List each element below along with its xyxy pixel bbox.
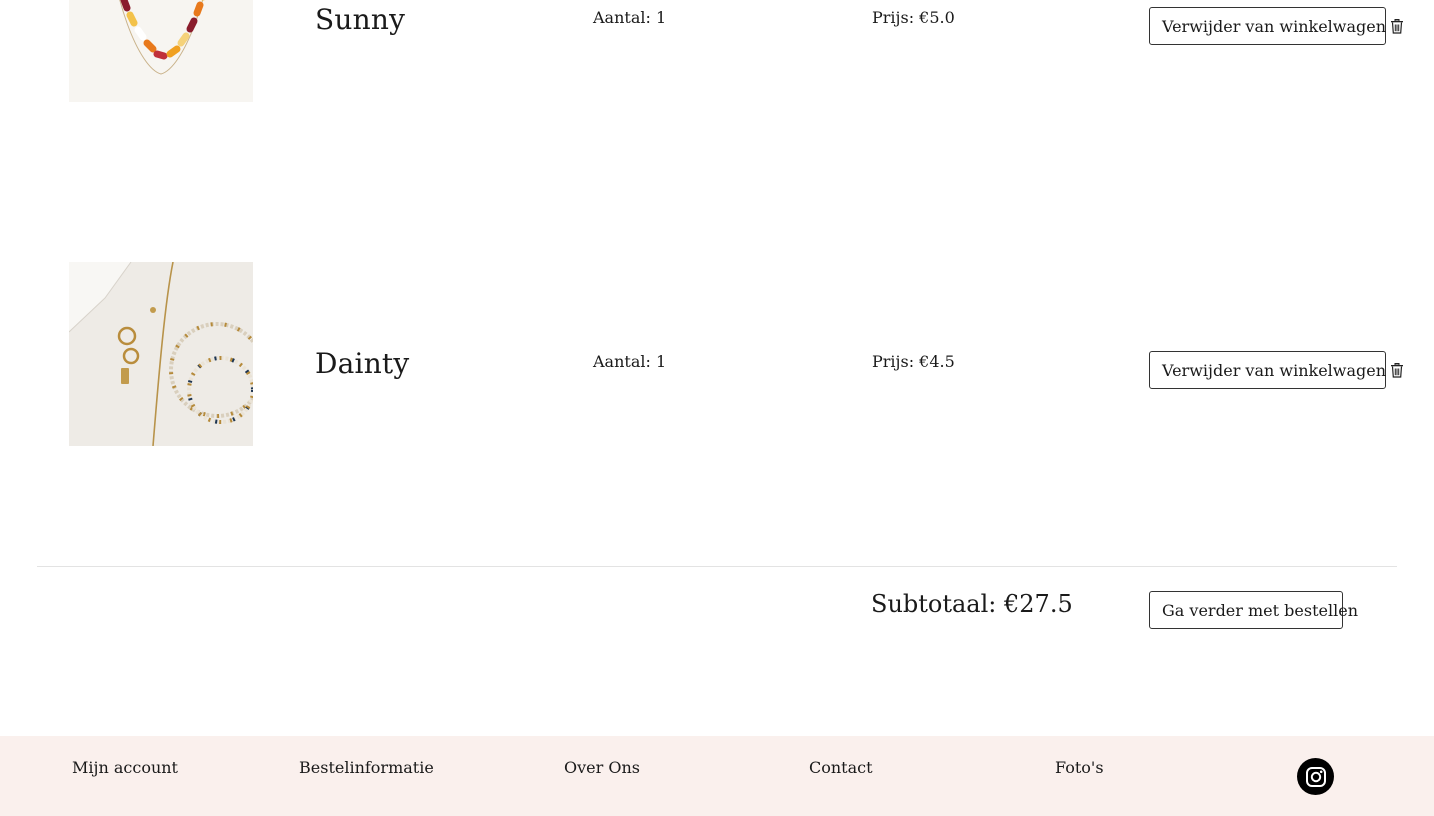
cart-item: Dainty Aantal: 1 Prijs: €4.5 Verwijder v… <box>0 262 1434 462</box>
item-price: Prijs: €5.0 <box>872 8 955 27</box>
cart-divider <box>37 566 1397 567</box>
cart-item: Sunny Aantal: 1 Prijs: €5.0 Verwijder va… <box>0 0 1434 200</box>
item-name[interactable]: Dainty <box>315 350 409 378</box>
checkout-button[interactable]: Ga verder met bestellen <box>1149 591 1358 629</box>
remove-button-label: Verwijder van winkelwagen <box>1162 16 1387 36</box>
remove-from-cart-button[interactable]: Verwijder van winkelwagen <box>1149 351 1404 389</box>
cart-subtotal: Subtotaal: €27.5 <box>871 590 1073 618</box>
footer-link-order-info[interactable]: Bestelinformatie <box>299 760 434 776</box>
footer-link-photos[interactable]: Foto's <box>1055 760 1104 776</box>
item-quantity: Aantal: 1 <box>593 352 667 371</box>
site-footer: Mijn account Bestelinformatie Over Ons C… <box>0 736 1434 816</box>
trash-icon <box>1390 18 1404 34</box>
remove-from-cart-button[interactable]: Verwijder van winkelwagen <box>1149 7 1404 45</box>
footer-link-contact[interactable]: Contact <box>809 760 873 776</box>
trash-icon <box>1390 362 1404 378</box>
instagram-icon[interactable] <box>1297 758 1334 795</box>
item-name[interactable]: Sunny <box>315 6 405 34</box>
cart-page: Sunny Aantal: 1 Prijs: €5.0 Verwijder va… <box>0 0 1434 816</box>
product-image-dainty[interactable] <box>69 262 253 446</box>
remove-button-label: Verwijder van winkelwagen <box>1162 360 1387 380</box>
footer-link-about-us[interactable]: Over Ons <box>564 760 640 776</box>
item-price: Prijs: €4.5 <box>872 352 955 371</box>
product-image-sunny[interactable] <box>69 0 253 102</box>
item-quantity: Aantal: 1 <box>593 8 667 27</box>
footer-link-my-account[interactable]: Mijn account <box>72 760 178 776</box>
